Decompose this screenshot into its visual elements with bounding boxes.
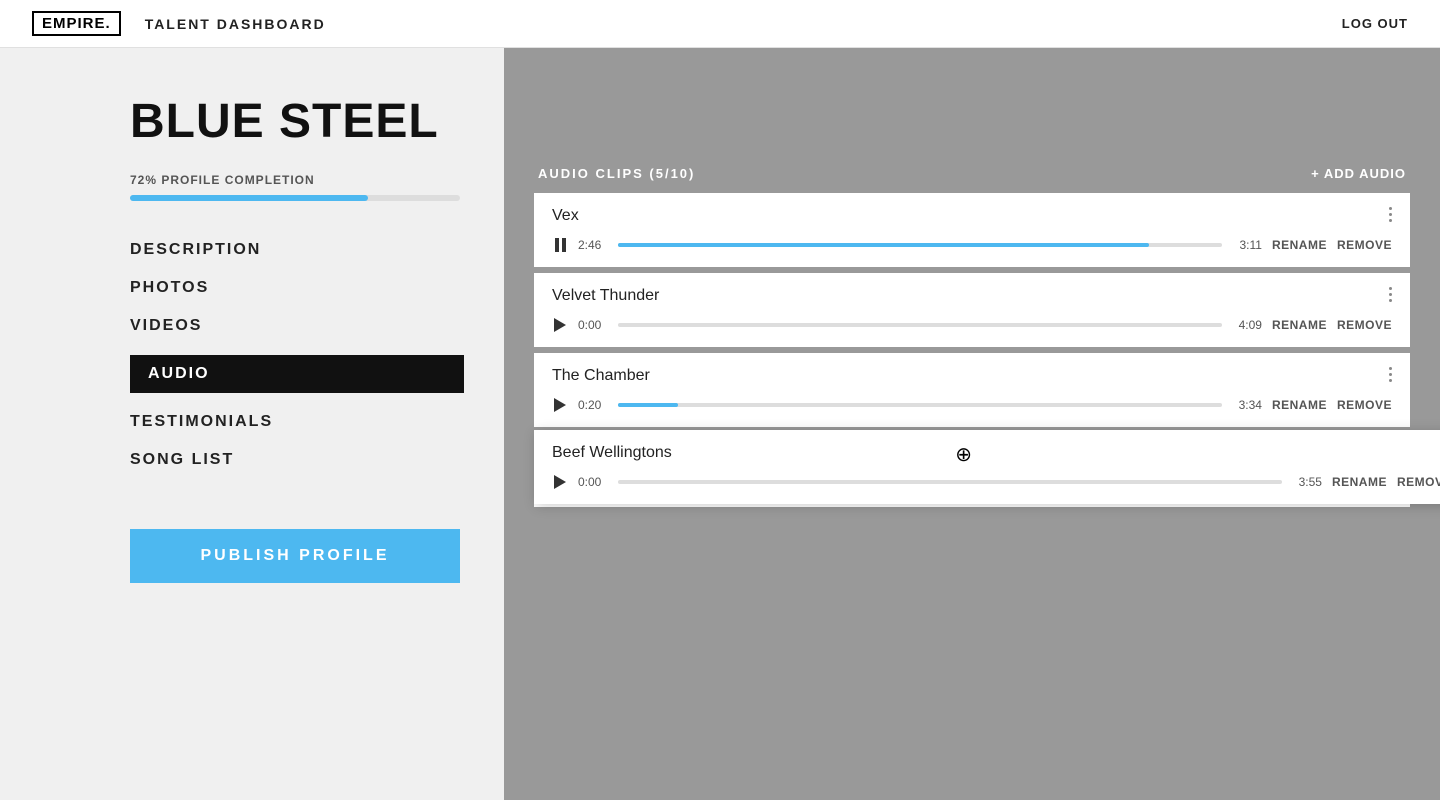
clip-title-vex: Vex	[552, 207, 1392, 225]
play-icon-the-chamber	[554, 398, 566, 412]
sidebar-item-photos[interactable]: PHOTOS	[130, 279, 464, 297]
clip-title-velvet-thunder: Velvet Thunder	[552, 287, 1392, 305]
clip-title-the-chamber: The Chamber	[552, 367, 1392, 385]
track-bg-vex[interactable]	[618, 243, 1222, 247]
audio-clip-velvet-thunder: Velvet Thunder 0:00 4:09 RENAME REMOVE	[534, 273, 1410, 347]
time-total-the-chamber: 3:34	[1232, 398, 1262, 412]
add-audio-button[interactable]: + ADD AUDIO	[1311, 166, 1406, 181]
more-dot-2	[1389, 293, 1392, 296]
time-total-vex: 3:11	[1232, 238, 1262, 252]
play-button-velvet-thunder[interactable]	[552, 317, 568, 333]
track-bg-beef-wellingtons[interactable]	[618, 480, 1282, 484]
play-button-beef-wellingtons[interactable]	[552, 474, 568, 490]
more-dot-1	[1389, 367, 1392, 370]
rename-button-velvet-thunder[interactable]: RENAME	[1272, 318, 1327, 332]
sidebar-item-testimonials[interactable]: TESTIMONIALS	[130, 413, 464, 431]
sidebar-item-audio[interactable]: AUDIO	[130, 355, 464, 393]
header-left: EMPIRE. TALENT DASHBOARD	[32, 11, 326, 36]
publish-profile-button[interactable]: PUBLISH PROFILE	[130, 529, 460, 583]
rename-button-the-chamber[interactable]: RENAME	[1272, 398, 1327, 412]
rename-button-beef-wellingtons[interactable]: RENAME	[1332, 475, 1387, 489]
pause-bar-1	[555, 238, 559, 252]
drag-cursor-icon: ⊕	[955, 442, 972, 467]
track-bg-velvet-thunder[interactable]	[618, 323, 1222, 327]
sidebar: BLUE STEEL 72% PROFILE COMPLETION DESCRI…	[0, 48, 504, 800]
more-dot-2	[1389, 213, 1392, 216]
sidebar-item-song-list[interactable]: SONG LIST	[130, 451, 464, 469]
more-dot-2	[1389, 373, 1392, 376]
time-current-the-chamber: 0:20	[578, 398, 608, 412]
progress-bar-fill	[130, 195, 368, 201]
main-layout: BLUE STEEL 72% PROFILE COMPLETION DESCRI…	[0, 48, 1440, 800]
more-menu-velvet-thunder[interactable]	[1389, 287, 1392, 302]
more-dot-1	[1389, 287, 1392, 290]
logo: EMPIRE.	[32, 11, 121, 36]
audio-controls-velvet-thunder: 0:00 4:09 RENAME REMOVE	[552, 317, 1392, 333]
time-total-velvet-thunder: 4:09	[1232, 318, 1262, 332]
content-area: AUDIO CLIPS (5/10) + ADD AUDIO Vex 2:46	[504, 48, 1440, 800]
more-dot-3	[1389, 379, 1392, 382]
more-dot-3	[1389, 299, 1392, 302]
header-title: TALENT DASHBOARD	[145, 16, 326, 32]
audio-header: AUDIO CLIPS (5/10) + ADD AUDIO	[534, 166, 1410, 181]
time-current-beef-wellingtons: 0:00	[578, 475, 608, 489]
completion-label: 72% PROFILE COMPLETION	[130, 173, 464, 187]
sidebar-item-videos[interactable]: VIDEOS	[130, 317, 464, 335]
pause-button-vex[interactable]	[552, 237, 568, 253]
play-icon-velvet-thunder	[554, 318, 566, 332]
audio-controls-beef-wellingtons: 0:00 3:55 RENAME REMOVE	[552, 474, 1440, 490]
header: EMPIRE. TALENT DASHBOARD LOG OUT	[0, 0, 1440, 48]
audio-clip-the-chamber: The Chamber 0:20 3:34 RENAME REMOVE	[534, 353, 1410, 427]
time-current-velvet-thunder: 0:00	[578, 318, 608, 332]
track-bg-the-chamber[interactable]	[618, 403, 1222, 407]
track-fill-the-chamber	[618, 403, 678, 407]
audio-clip-beef-wellingtons-dragging[interactable]: Beef Wellingtons 0:00 3:55 RENAME REMOVE…	[534, 430, 1440, 504]
play-button-the-chamber[interactable]	[552, 397, 568, 413]
more-dot-1	[1389, 207, 1392, 210]
audio-controls-vex: 2:46 3:11 RENAME REMOVE	[552, 237, 1392, 253]
pause-icon-vex	[555, 238, 566, 252]
remove-button-beef-wellingtons[interactable]: REMOVE	[1397, 475, 1440, 489]
play-icon-beef-wellingtons	[554, 475, 566, 489]
remove-button-velvet-thunder[interactable]: REMOVE	[1337, 318, 1392, 332]
remove-button-vex[interactable]: REMOVE	[1337, 238, 1392, 252]
artist-name: BLUE STEEL	[130, 96, 464, 149]
more-menu-vex[interactable]	[1389, 207, 1392, 222]
audio-controls-the-chamber: 0:20 3:34 RENAME REMOVE	[552, 397, 1392, 413]
sidebar-item-description[interactable]: DESCRIPTION	[130, 241, 464, 259]
time-total-beef-wellingtons: 3:55	[1292, 475, 1322, 489]
track-fill-vex	[618, 243, 1149, 247]
remove-button-the-chamber[interactable]: REMOVE	[1337, 398, 1392, 412]
audio-section-label: AUDIO CLIPS (5/10)	[538, 166, 695, 181]
more-dot-3	[1389, 219, 1392, 222]
more-menu-the-chamber[interactable]	[1389, 367, 1392, 382]
progress-bar-background	[130, 195, 460, 201]
pause-bar-2	[562, 238, 566, 252]
rename-button-vex[interactable]: RENAME	[1272, 238, 1327, 252]
clip-title-beef-wellingtons: Beef Wellingtons	[552, 444, 1440, 462]
time-current-vex: 2:46	[578, 238, 608, 252]
audio-clip-vex: Vex 2:46 3:11 RENAME REMOVE	[534, 193, 1410, 267]
logout-button[interactable]: LOG OUT	[1342, 16, 1408, 31]
